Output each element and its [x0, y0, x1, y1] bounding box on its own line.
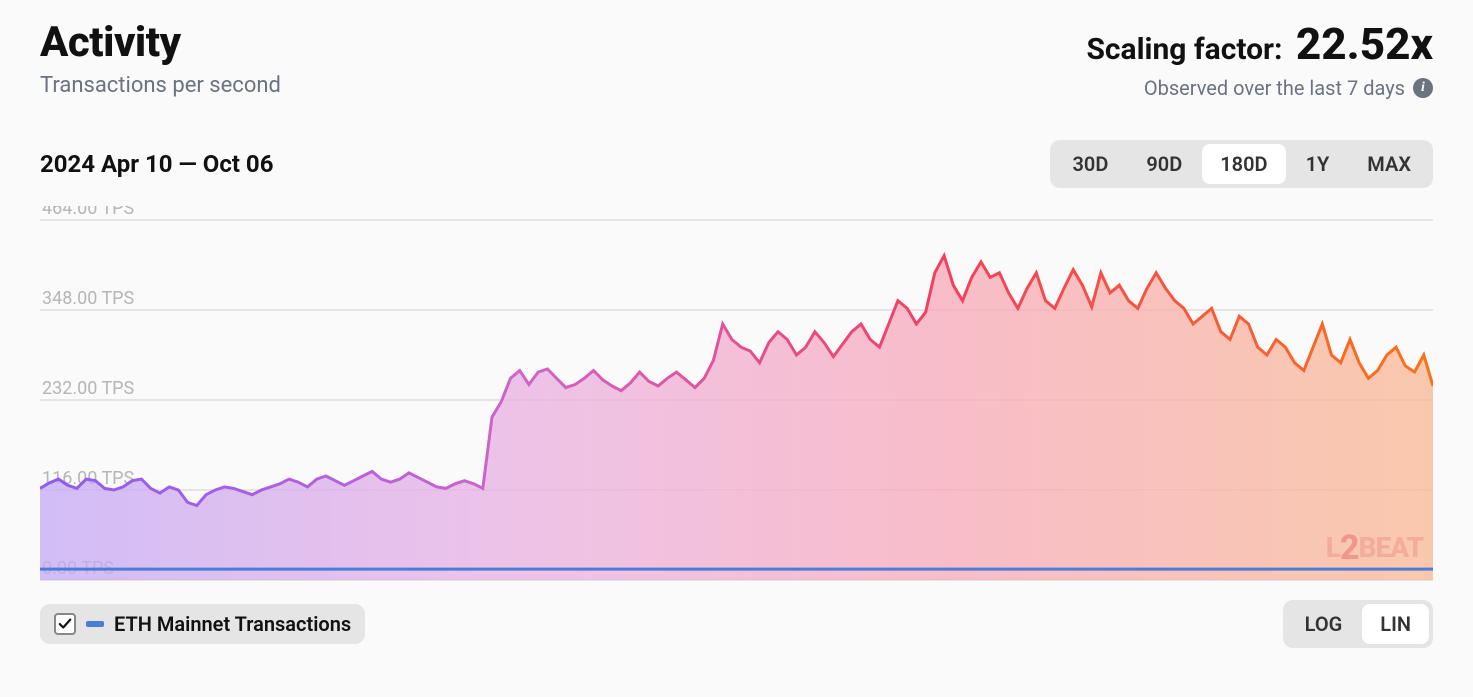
scaling-factor: Scaling factor: 22.52x	[1086, 18, 1433, 70]
range-pill-30d[interactable]: 30D	[1054, 144, 1126, 184]
date-range-label: 2024 Apr 10 — Oct 06	[40, 150, 273, 178]
time-range-selector: 30D90D180D1YMAX	[1050, 140, 1433, 188]
scaling-factor-label: Scaling factor:	[1086, 32, 1282, 67]
scaling-factor-value: 22.52x	[1296, 18, 1433, 70]
info-icon[interactable]: i	[1413, 78, 1433, 98]
observed-text: Observed over the last 7 days	[1144, 76, 1405, 100]
eth-color-swatch	[86, 621, 104, 627]
page-subtitle: Transactions per second	[40, 73, 281, 98]
range-pill-90d[interactable]: 90D	[1128, 144, 1200, 184]
svg-text:464.00 TPS: 464.00 TPS	[42, 206, 135, 219]
eth-mainnet-toggle[interactable]: ETH Mainnet Transactions	[40, 604, 365, 644]
activity-chart: 0.00 TPS116.00 TPS232.00 TPS348.00 TPS46…	[40, 206, 1433, 586]
scale-pill-lin[interactable]: LIN	[1362, 604, 1429, 644]
range-pill-1y[interactable]: 1Y	[1288, 144, 1348, 184]
page-title: Activity	[40, 18, 281, 67]
range-pill-180d[interactable]: 180D	[1202, 144, 1285, 184]
legend-label: ETH Mainnet Transactions	[114, 612, 351, 636]
checkbox-icon	[54, 613, 76, 635]
range-pill-max[interactable]: MAX	[1349, 144, 1429, 184]
scale-mode-selector: LOGLIN	[1283, 600, 1433, 648]
svg-text:348.00 TPS: 348.00 TPS	[42, 288, 135, 309]
scale-pill-log[interactable]: LOG	[1287, 604, 1361, 644]
svg-text:232.00 TPS: 232.00 TPS	[42, 378, 135, 399]
